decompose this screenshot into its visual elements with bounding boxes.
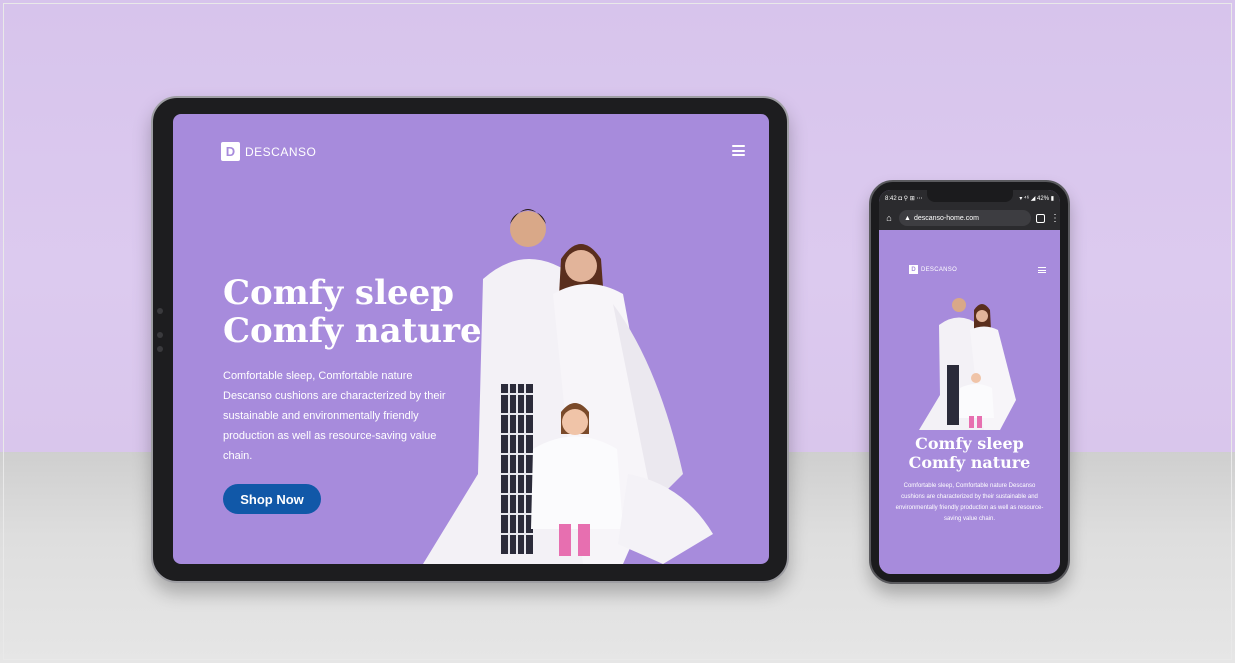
status-bar-right: ▾ ⁴⁶ ◢ 42% ▮ <box>1019 195 1054 202</box>
brand-logo-mark: D <box>221 142 240 161</box>
hero-title-line: Comfy nature <box>908 453 1031 472</box>
tabs-icon[interactable] <box>1036 213 1045 223</box>
hero-description: Comfortable sleep, Comfortable nature De… <box>895 483 1044 522</box>
more-options-icon[interactable]: ⋮ <box>1050 213 1060 224</box>
phone-screen: 8:42 ◘ ⚲ ⊞ ⋯ ▾ ⁴⁶ ◢ 42% ▮ ⌂ ▲ descanso-h… <box>879 190 1060 574</box>
shop-now-button[interactable]: Shop Now <box>223 484 321 514</box>
address-bar-url: descanso-home.com <box>913 214 979 222</box>
warning-icon: ▲ <box>904 214 911 222</box>
status-bar-left: 8:42 ◘ ⚲ ⊞ ⋯ <box>885 195 923 202</box>
hero-title: Comfy sleep Comfy nature <box>879 434 1060 472</box>
brand-logo[interactable]: D DESCANSO <box>909 265 957 274</box>
phone-notch <box>927 190 1013 202</box>
tablet-camera-dot <box>157 308 163 314</box>
brand-logo-text: DESCANSO <box>921 266 958 273</box>
mockup-scene: D DESCANSO Comfy sleep Comfy nature Comf… <box>0 0 1235 663</box>
tablet-camera-dot <box>157 332 163 338</box>
home-icon[interactable]: ⌂ <box>884 213 894 223</box>
brand-logo[interactable]: D DESCANSO <box>221 142 316 161</box>
hero-title-line: Comfy sleep <box>915 434 1024 453</box>
family-hero-photo <box>919 298 1016 430</box>
tablet-camera-dot <box>157 346 163 352</box>
brand-logo-text: DESCANSO <box>245 144 317 159</box>
family-hero-photo <box>423 209 713 564</box>
tablet-screen: D DESCANSO Comfy sleep Comfy nature Comf… <box>173 114 769 564</box>
brand-logo-mark: D <box>909 265 918 274</box>
hamburger-menu-icon[interactable] <box>1038 267 1046 273</box>
hamburger-menu-icon[interactable] <box>732 145 745 156</box>
tablet-device: D DESCANSO Comfy sleep Comfy nature Comf… <box>151 96 789 583</box>
phone-device: 8:42 ◘ ⚲ ⊞ ⋯ ▾ ⁴⁶ ◢ 42% ▮ ⌂ ▲ descanso-h… <box>869 180 1070 584</box>
browser-toolbar: ⌂ ▲ descanso-home.com ⋮ <box>879 206 1060 230</box>
address-bar[interactable]: ▲ descanso-home.com <box>899 210 1031 226</box>
